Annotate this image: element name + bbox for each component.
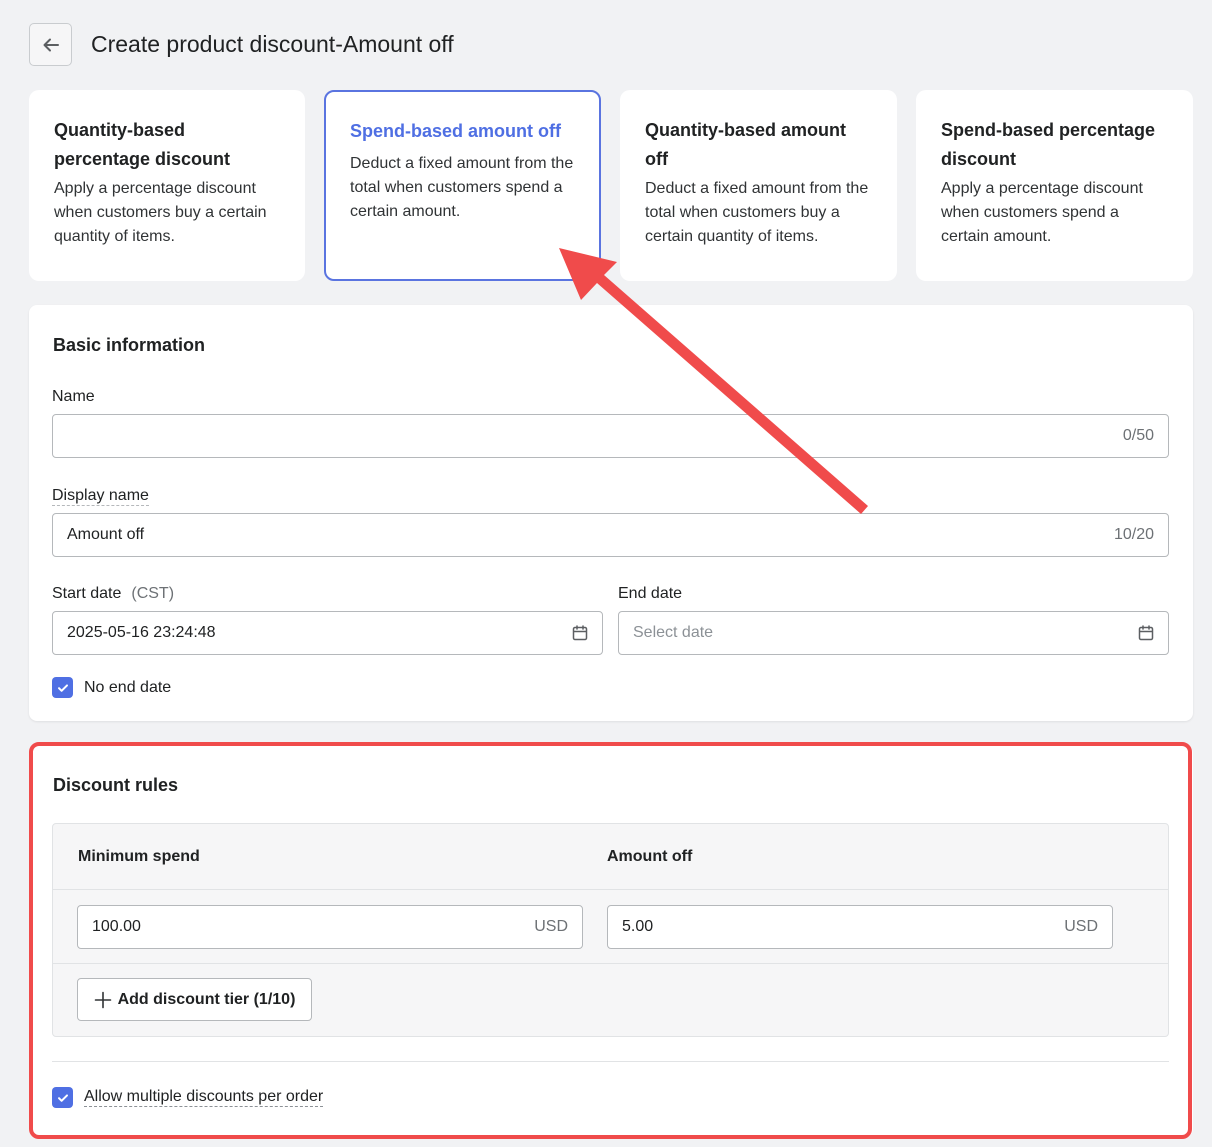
timezone-hint: (CST) [131, 585, 175, 602]
calendar-icon [1138, 625, 1154, 641]
no-end-date-label: No end date [84, 678, 172, 696]
discount-tiers-table: Minimum spend Amount off 100.00 USD 5.00… [52, 823, 1169, 1037]
display-name-value: Amount off [67, 526, 145, 543]
add-discount-tier-button[interactable]: Add discount tier (1/10) [77, 978, 312, 1021]
add-discount-tier-label: Add discount tier (1/10) [117, 990, 296, 1008]
discount-type-card-quantity-amount-off[interactable]: Quantity-based amount off Deduct a fixed… [620, 90, 897, 281]
no-end-date-option: No end date [52, 677, 171, 698]
card-description: Apply a percentage discount when custome… [941, 180, 1143, 245]
card-description: Deduct a fixed amount from the total whe… [350, 155, 574, 220]
card-title: Spend-based amount off [350, 121, 561, 141]
card-title: Spend-based percentage discount [941, 120, 1156, 169]
discount-type-selector: Quantity-based percentage discount Apply… [29, 90, 1193, 281]
display-name-label: Display name [52, 487, 149, 506]
currency-suffix: USD [534, 918, 568, 935]
amount-off-header: Amount off [607, 848, 693, 865]
display-name-char-counter: 10/20 [1113, 526, 1154, 543]
discount-type-card-spend-amount-off[interactable]: Spend-based amount off Deduct a fixed am… [324, 90, 601, 281]
section-title: Basic information [53, 335, 206, 355]
start-date-label: Start date (CST) [52, 585, 174, 603]
discount-rules-panel: Discount rules Minimum spend Amount off … [29, 745, 1193, 1137]
allow-multiple-discounts-label: Allow multiple discounts per order [84, 1088, 324, 1107]
name-char-counter: 0/50 [1122, 427, 1154, 444]
divider [53, 889, 1168, 890]
basic-information-panel: Basic information Name 0/50 Display name… [29, 305, 1193, 721]
checkmark-icon [57, 683, 68, 692]
discount-type-card-quantity-percentage[interactable]: Quantity-based percentage discount Apply… [29, 90, 305, 281]
calendar-icon [572, 625, 588, 641]
end-date-placeholder: Select date [633, 624, 714, 641]
amount-off-input[interactable]: 5.00 USD [607, 905, 1113, 949]
minimum-spend-input[interactable]: 100.00 USD [77, 905, 583, 949]
card-description: Apply a percentage discount when custome… [54, 180, 267, 245]
divider [52, 1061, 1169, 1062]
minimum-spend-header: Minimum spend [78, 848, 200, 865]
page-title: Create product discount-Amount off [91, 31, 454, 57]
start-date-label-text: Start date [52, 585, 122, 602]
section-title: Discount rules [53, 775, 179, 795]
card-title: Quantity-based amount off [645, 120, 847, 169]
end-date-label: End date [618, 585, 683, 602]
arrow-left-icon [43, 38, 59, 51]
end-date-picker[interactable]: Select date [618, 611, 1169, 655]
start-date-value: 2025-05-16 23:24:48 [67, 624, 216, 641]
plus-icon [94, 991, 111, 1008]
display-name-label-text: Display name [52, 487, 149, 506]
card-title: Quantity-based percentage discount [54, 120, 231, 169]
name-label: Name [52, 388, 95, 405]
amount-off-value: 5.00 [622, 918, 654, 935]
no-end-date-checkbox[interactable] [52, 677, 73, 698]
display-name-input[interactable]: Amount off 10/20 [52, 513, 1169, 557]
currency-suffix: USD [1064, 918, 1098, 935]
divider [53, 963, 1168, 964]
start-date-picker[interactable]: 2025-05-16 23:24:48 [52, 611, 603, 655]
minimum-spend-value: 100.00 [92, 918, 141, 935]
allow-multiple-discounts-option: Allow multiple discounts per order [52, 1087, 324, 1108]
allow-multiple-discounts-checkbox[interactable] [52, 1087, 73, 1108]
name-input[interactable]: 0/50 [52, 414, 1169, 458]
back-button[interactable] [29, 23, 72, 66]
page-header: Create product discount-Amount off [29, 23, 454, 66]
card-description: Deduct a fixed amount from the total whe… [645, 180, 869, 245]
discount-type-card-spend-percentage[interactable]: Spend-based percentage discount Apply a … [916, 90, 1193, 281]
checkmark-icon [57, 1093, 68, 1102]
